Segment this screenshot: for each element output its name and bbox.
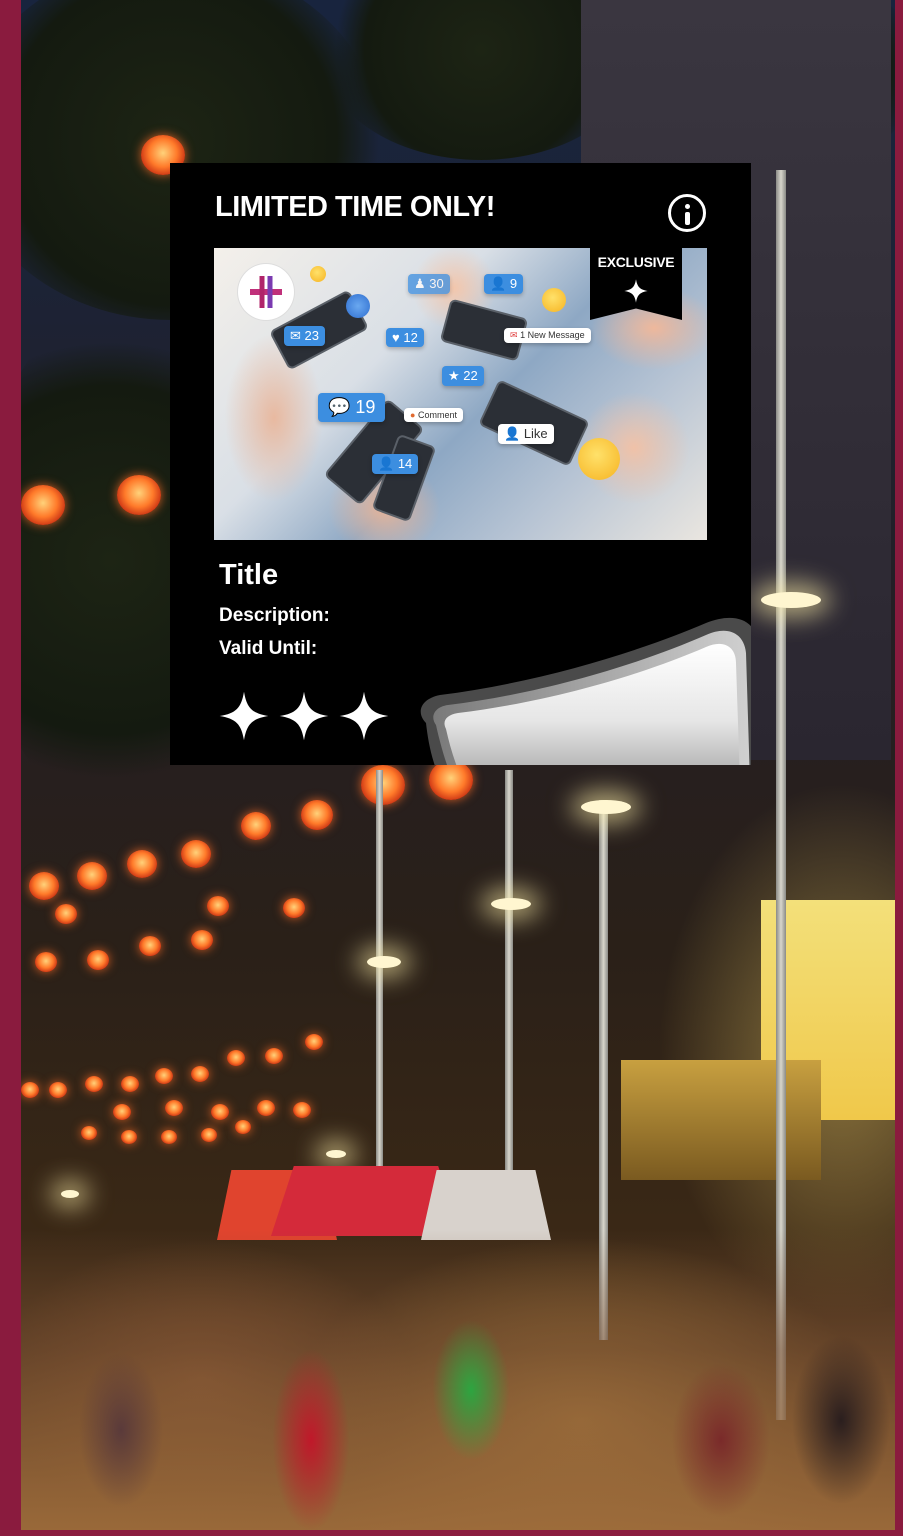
star-count: 22 [463, 368, 478, 383]
street-lamp [581, 800, 631, 814]
lantern [161, 1130, 177, 1144]
crowd [21, 1230, 895, 1530]
stall-lights [621, 1060, 821, 1180]
likes-count: 30 [429, 276, 444, 291]
messages-count: 19 [355, 397, 376, 417]
lantern [293, 1102, 311, 1118]
lantern [227, 1050, 245, 1066]
mail-count: 23 [304, 328, 319, 343]
lantern [21, 485, 65, 525]
lantern [429, 760, 473, 800]
lantern [241, 812, 271, 840]
users-count: 9 [509, 276, 518, 291]
coupon-title: Title [219, 559, 279, 591]
coupon-description-label: Description: [219, 605, 330, 626]
lantern [207, 896, 229, 916]
lantern [265, 1048, 283, 1064]
coupon-valid-until-label: Valid Until: [219, 638, 318, 659]
lamp-pole [505, 770, 513, 1210]
thumbs-up-icon [346, 294, 370, 318]
lantern [165, 1100, 183, 1116]
lantern [87, 950, 109, 970]
emoji-icon [310, 266, 326, 282]
comment-label: Comment [417, 410, 457, 420]
rating-star-icon[interactable] [277, 689, 331, 743]
lantern [55, 904, 77, 924]
lantern [139, 936, 161, 956]
lantern [235, 1120, 251, 1134]
street-lamp [326, 1150, 346, 1158]
coupon-image: ✉ 23 ♟ 30 👤 9 ♥ 12 ★ 22 💬 19 ✉ 1 New Mes… [214, 248, 707, 540]
exclusive-badge: EXCLUSIVE [590, 248, 682, 320]
lantern [77, 862, 107, 890]
message-label: 1 New Message [520, 330, 585, 340]
comment-notification: ● Comment [404, 408, 463, 422]
peel-sticker-icon[interactable] [406, 613, 751, 765]
messages-notification: 💬 19 [318, 393, 386, 422]
lantern [121, 1076, 139, 1092]
likes-notification: ♟ 30 [408, 274, 450, 294]
rating-star-icon[interactable] [337, 689, 391, 743]
message-notification: ✉ 1 New Message [504, 328, 591, 343]
lantern [35, 952, 57, 972]
hearts-notification: ♥ 12 [386, 328, 424, 347]
lantern [181, 840, 211, 868]
lantern [121, 1130, 137, 1144]
profile-count: 14 [397, 456, 413, 471]
hearts-count: 12 [403, 330, 418, 345]
lantern [305, 1034, 323, 1050]
lantern [201, 1128, 217, 1142]
like-notification: 👤 Like [498, 424, 554, 444]
lantern [191, 1066, 209, 1082]
coupon-heading: LIMITED TIME ONLY! [215, 191, 495, 223]
like-label: Like [523, 426, 548, 441]
emoji-icon [542, 288, 566, 312]
lantern [113, 1104, 131, 1120]
lantern [257, 1100, 275, 1116]
lantern [155, 1068, 173, 1084]
rating-star-icon[interactable] [217, 689, 271, 743]
lantern [85, 1076, 103, 1092]
lantern [21, 1082, 39, 1098]
star-notification: ★ 22 [442, 366, 484, 386]
lantern [29, 872, 59, 900]
street-lamp [761, 592, 821, 608]
info-icon[interactable] [668, 194, 706, 232]
lantern [117, 475, 161, 515]
heart-eyes-emoji-icon [578, 438, 620, 480]
lantern [49, 1082, 67, 1098]
brand-logo [238, 264, 294, 320]
users-notification: 👤 9 [484, 274, 524, 294]
phone-graphic [478, 379, 590, 467]
mail-notification: ✉ 23 [284, 326, 325, 346]
street-lamp [61, 1190, 79, 1198]
lantern [301, 800, 333, 830]
street-lamp [367, 956, 401, 968]
rating-stars [217, 689, 391, 743]
exclusive-label: EXCLUSIVE [597, 254, 675, 270]
street-lamp [491, 898, 531, 910]
lantern [211, 1104, 229, 1120]
exclusive-star-icon [624, 279, 648, 303]
lantern [127, 850, 157, 878]
lantern [361, 765, 405, 805]
lantern [191, 930, 213, 950]
lantern [283, 898, 305, 918]
lantern [81, 1126, 97, 1140]
coupon-card: LIMITED TIME ONLY! ✉ 23 ♟ 30 👤 9 ♥ 12 ★ … [170, 163, 751, 765]
lamp-pole [376, 770, 383, 1190]
profile-notification: 👤 14 [372, 454, 419, 474]
